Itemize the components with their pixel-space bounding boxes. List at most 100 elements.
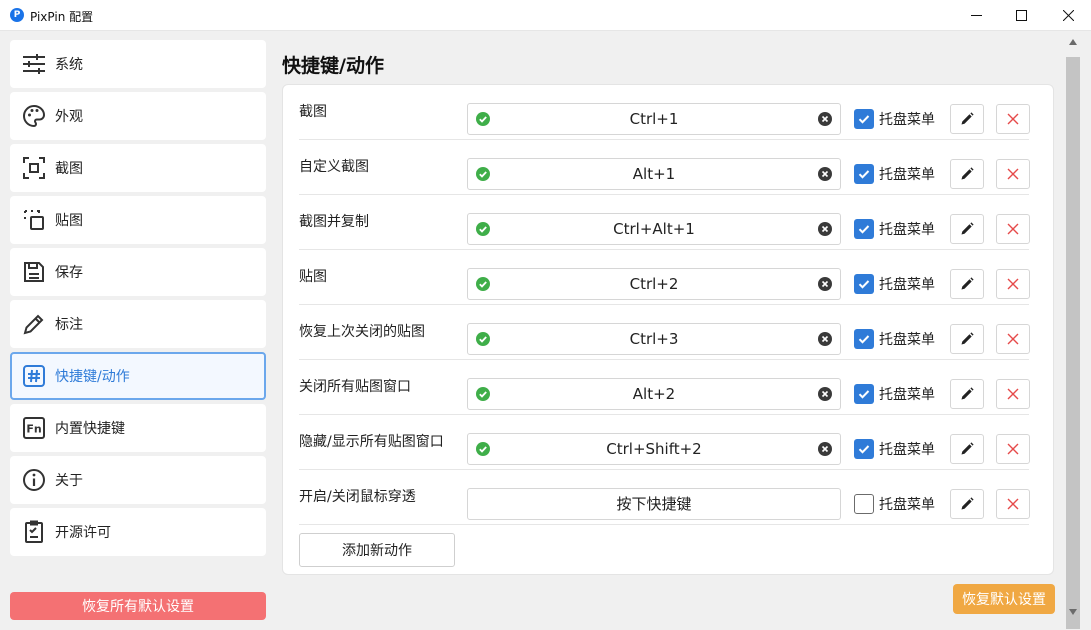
sidebar-item-builtin-hotkeys[interactable]: Fn 内置快捷键 — [10, 404, 266, 452]
action-row: 截图 Ctrl+1 托盘菜单 — [299, 85, 1030, 140]
sidebar-item-label: 贴图 — [55, 213, 83, 229]
hotkey-value: Alt+1 — [632, 165, 676, 183]
hotkey-value: Ctrl+Shift+2 — [606, 440, 702, 458]
clear-hotkey-icon[interactable] — [818, 167, 832, 181]
delete-action-button[interactable] — [996, 104, 1030, 134]
scroll-down-arrow-icon[interactable] — [1069, 609, 1077, 615]
hotkey-input[interactable]: Ctrl+Shift+2 — [467, 433, 841, 465]
palette-icon — [21, 103, 47, 129]
maximize-button[interactable] — [998, 0, 1044, 31]
valid-check-icon — [476, 112, 490, 126]
edit-action-button[interactable] — [950, 489, 984, 519]
clear-hotkey-icon[interactable] — [818, 442, 832, 456]
action-label: 关闭所有贴图窗口 — [299, 379, 411, 395]
hotkey-input[interactable]: 按下快捷键 — [467, 488, 841, 520]
checkbox-checked-icon — [854, 329, 874, 349]
hotkey-input[interactable]: Ctrl+3 — [467, 323, 841, 355]
hashtag-icon — [21, 363, 47, 389]
hotkey-value: Ctrl+2 — [629, 275, 679, 293]
valid-check-icon — [476, 442, 490, 456]
scrollbar-thumb[interactable] — [1066, 57, 1080, 629]
add-action-button[interactable]: 添加新动作 — [299, 533, 455, 567]
minimize-button[interactable] — [953, 0, 999, 31]
reset-defaults-button[interactable]: 恢复默认设置 — [953, 584, 1055, 614]
delete-x-icon — [1007, 388, 1019, 400]
tray-menu-checkbox[interactable]: 托盘菜单 — [854, 329, 935, 349]
clear-hotkey-icon[interactable] — [818, 332, 832, 346]
edit-action-button[interactable] — [950, 104, 984, 134]
sidebar-item-screenshot[interactable]: 截图 — [10, 144, 266, 192]
sidebar-item-save[interactable]: 保存 — [10, 248, 266, 296]
delete-action-button[interactable] — [996, 379, 1030, 409]
close-window-button[interactable] — [1045, 0, 1091, 31]
hotkey-input[interactable]: Ctrl+1 — [467, 103, 841, 135]
tray-menu-checkbox[interactable]: 托盘菜单 — [854, 384, 935, 404]
edit-action-button[interactable] — [950, 434, 984, 464]
info-icon — [21, 467, 47, 493]
tray-menu-checkbox[interactable]: 托盘菜单 — [854, 219, 935, 239]
tray-menu-checkbox[interactable]: 托盘菜单 — [854, 494, 935, 514]
tray-menu-label: 托盘菜单 — [879, 332, 935, 348]
delete-action-button[interactable] — [996, 214, 1030, 244]
delete-action-button[interactable] — [996, 489, 1030, 519]
sidebar-item-about[interactable]: 关于 — [10, 456, 266, 504]
edit-action-button[interactable] — [950, 159, 984, 189]
tray-menu-label: 托盘菜单 — [879, 387, 935, 403]
clear-hotkey-icon[interactable] — [818, 222, 832, 236]
clear-hotkey-icon[interactable] — [818, 277, 832, 291]
tray-menu-label: 托盘菜单 — [879, 222, 935, 238]
action-label: 隐藏/显示所有贴图窗口 — [299, 434, 444, 450]
action-row: 自定义截图 Alt+1 托盘菜单 — [299, 140, 1030, 195]
sidebar-item-label: 快捷键/动作 — [55, 369, 130, 385]
hotkey-input[interactable]: Alt+1 — [467, 158, 841, 190]
edit-action-button[interactable] — [950, 269, 984, 299]
hotkey-input[interactable]: Ctrl+Alt+1 — [467, 213, 841, 245]
app-logo-icon: P — [10, 8, 24, 22]
edit-action-button[interactable] — [950, 379, 984, 409]
valid-check-icon — [476, 332, 490, 346]
pencil-icon — [961, 112, 974, 125]
checkbox-checked-icon — [854, 109, 874, 129]
checkbox-unchecked-icon — [854, 494, 874, 514]
clear-hotkey-icon[interactable] — [818, 112, 832, 126]
title-bar: P PixPin 配置 — [0, 0, 1091, 31]
sidebar-item-system[interactable]: 系统 — [10, 40, 266, 88]
scroll-up-arrow-icon[interactable] — [1069, 39, 1077, 45]
tray-menu-label: 托盘菜单 — [879, 277, 935, 293]
action-row: 截图并复制 Ctrl+Alt+1 托盘菜单 — [299, 195, 1030, 250]
tray-menu-label: 托盘菜单 — [879, 112, 935, 128]
svg-text:Fn: Fn — [26, 423, 41, 436]
pencil-icon — [961, 277, 974, 290]
sidebar-item-label: 保存 — [55, 265, 83, 281]
pencil-icon — [961, 387, 974, 400]
checkbox-checked-icon — [854, 164, 874, 184]
edit-action-button[interactable] — [950, 324, 984, 354]
checkbox-checked-icon — [854, 384, 874, 404]
sidebar-item-appearance[interactable]: 外观 — [10, 92, 266, 140]
reset-all-defaults-button[interactable]: 恢复所有默认设置 — [10, 592, 266, 620]
delete-action-button[interactable] — [996, 269, 1030, 299]
valid-check-icon — [476, 222, 490, 236]
sidebar-item-hotkeys[interactable]: 快捷键/动作 — [10, 352, 266, 400]
hotkey-value: Ctrl+Alt+1 — [613, 220, 695, 238]
vertical-scrollbar[interactable] — [1065, 31, 1082, 630]
action-label: 恢复上次关闭的贴图 — [299, 324, 425, 340]
tray-menu-checkbox[interactable]: 托盘菜单 — [854, 109, 935, 129]
clear-hotkey-icon[interactable] — [818, 387, 832, 401]
delete-action-button[interactable] — [996, 159, 1030, 189]
hotkey-input[interactable]: Ctrl+2 — [467, 268, 841, 300]
sidebar-item-label: 系统 — [55, 57, 83, 73]
tray-menu-checkbox[interactable]: 托盘菜单 — [854, 274, 935, 294]
tray-menu-checkbox[interactable]: 托盘菜单 — [854, 164, 935, 184]
sidebar-item-annotate[interactable]: 标注 — [10, 300, 266, 348]
delete-action-button[interactable] — [996, 324, 1030, 354]
sidebar-item-license[interactable]: 开源许可 — [10, 508, 266, 556]
sidebar-item-pin[interactable]: 贴图 — [10, 196, 266, 244]
action-row: 开启/关闭鼠标穿透 按下快捷键 托盘菜单 — [299, 470, 1030, 525]
tray-menu-checkbox[interactable]: 托盘菜单 — [854, 439, 935, 459]
edit-action-button[interactable] — [950, 214, 984, 244]
delete-x-icon — [1007, 278, 1019, 290]
valid-check-icon — [476, 277, 490, 291]
delete-action-button[interactable] — [996, 434, 1030, 464]
hotkey-input[interactable]: Alt+2 — [467, 378, 841, 410]
